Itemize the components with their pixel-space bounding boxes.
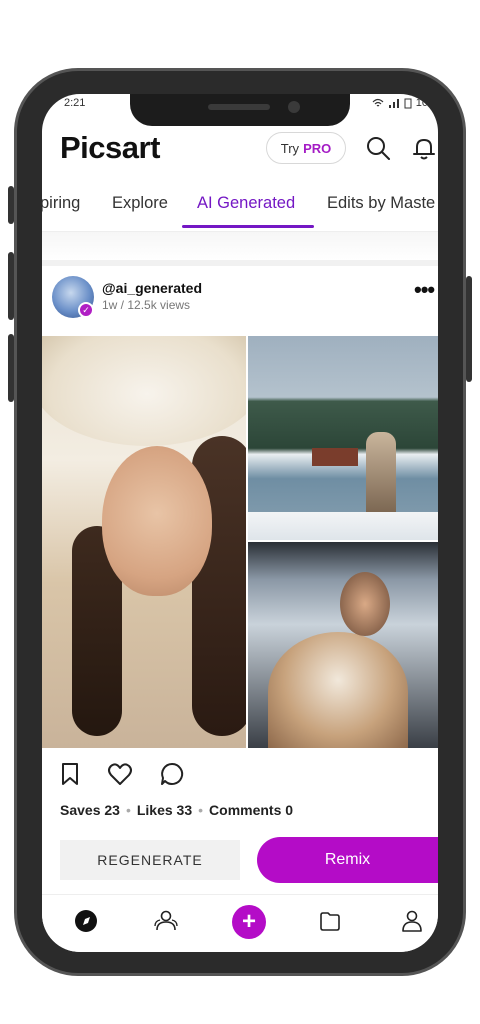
post-meta: 1w / 12.5k views	[102, 298, 191, 312]
post-header: ✓ @ai_generated 1w / 12.5k views •••	[42, 276, 438, 322]
post-username[interactable]: @ai_generated	[102, 280, 202, 296]
post-stats: Saves 23 • Likes 33 • Comments 0	[60, 802, 293, 818]
phone-power-button	[466, 276, 472, 382]
post-image-collage[interactable]	[42, 336, 438, 748]
phone-volume-up	[8, 252, 14, 320]
saves-count: Saves 23	[60, 802, 120, 818]
compass-icon[interactable]	[72, 907, 100, 935]
likes-count: Likes 33	[136, 802, 193, 818]
post-actions	[42, 760, 438, 790]
signal-icon	[388, 99, 399, 108]
bell-icon[interactable]	[410, 134, 438, 162]
comments-count: Comments 0	[209, 802, 294, 818]
stat-separator: •	[125, 802, 131, 818]
notch	[130, 94, 350, 126]
picsart-logo[interactable]: Picsart	[60, 130, 160, 166]
app-header: Picsart Try PRO	[42, 130, 438, 170]
phone-volume-down	[8, 334, 14, 402]
camera	[288, 101, 300, 113]
image-detail	[267, 632, 408, 748]
bookmark-icon[interactable]	[56, 760, 84, 788]
try-label: Try	[280, 140, 300, 156]
category-tabs: piring Explore AI Generated Edits by Mas…	[42, 190, 438, 230]
image-detail	[102, 446, 212, 596]
remix-button[interactable]: Remix	[257, 837, 438, 883]
regenerate-button[interactable]: REGENERATE	[60, 840, 240, 880]
lake-scene-image	[247, 336, 438, 540]
wifi-icon	[372, 98, 384, 107]
tab-ai-generated[interactable]: AI Generated	[197, 194, 295, 213]
try-pro-button[interactable]: Try PRO	[266, 132, 346, 164]
more-options-icon[interactable]: •••	[414, 279, 438, 304]
search-icon[interactable]	[364, 134, 392, 162]
status-icons: 10	[372, 97, 428, 109]
verified-badge-icon: ✓	[78, 302, 94, 318]
heart-icon[interactable]	[106, 760, 134, 788]
stat-separator: •	[198, 802, 204, 818]
people-icon[interactable]	[152, 907, 180, 935]
tab-explore[interactable]: Explore	[112, 194, 168, 213]
tab-edits-by-masters[interactable]: Edits by Maste	[327, 194, 435, 213]
profile-icon[interactable]	[398, 907, 426, 935]
image-detail	[311, 448, 358, 466]
subcategory-strip	[42, 232, 438, 260]
comment-icon[interactable]	[158, 760, 186, 788]
image-detail	[339, 572, 390, 636]
car-scene-image	[247, 542, 438, 748]
tab-inspiring[interactable]: piring	[42, 194, 80, 213]
status-time: 2:21	[64, 97, 86, 109]
phone-side-button	[8, 186, 14, 224]
plus-icon[interactable]: +	[232, 905, 266, 939]
image-detail	[42, 336, 246, 446]
collage-right-column	[247, 336, 438, 748]
image-detail	[247, 512, 438, 540]
battery-level: 10	[415, 97, 428, 109]
pro-label: PRO	[303, 140, 332, 156]
battery-icon	[404, 98, 412, 108]
section-divider	[42, 260, 438, 266]
portrait-image	[42, 336, 246, 748]
active-tab-indicator	[182, 225, 314, 228]
screen: 2:21 10 Picsart Try PRO piring Explore A…	[42, 94, 438, 952]
speaker	[208, 104, 270, 110]
bottom-nav: +	[42, 894, 438, 952]
folder-icon[interactable]	[316, 907, 344, 935]
